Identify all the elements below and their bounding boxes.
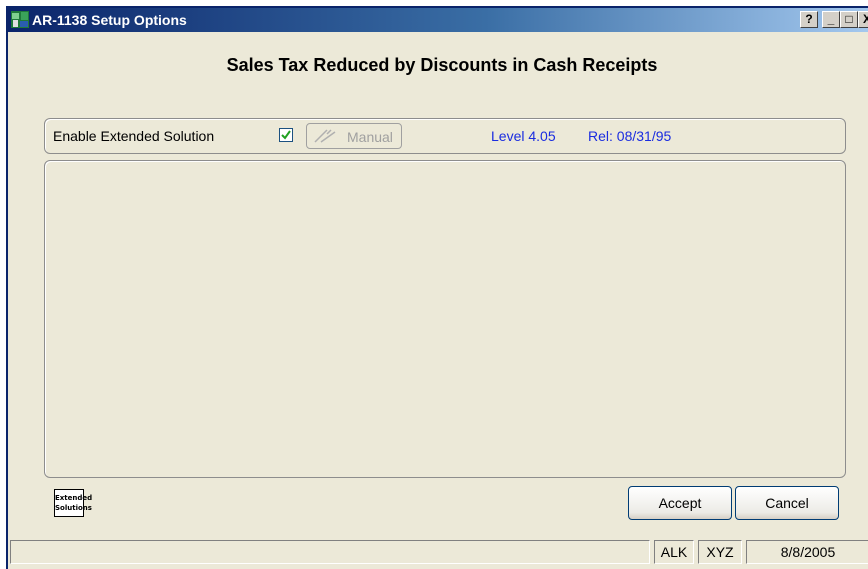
status-company: ALK — [654, 540, 694, 564]
manual-pen-icon — [314, 129, 336, 143]
manual-button[interactable]: Manual — [306, 123, 402, 149]
main-content-panel — [44, 160, 846, 478]
setup-options-window: AR-1138 Setup Options ? _ □ X Sales Tax … — [6, 6, 868, 569]
logo-line-1: Extended — [55, 494, 93, 502]
level-text: Level 4.05 — [491, 128, 556, 144]
help-button[interactable]: ? — [800, 11, 818, 28]
cancel-button[interactable]: Cancel — [735, 486, 839, 520]
title-bar[interactable]: AR-1138 Setup Options ? _ □ X — [8, 8, 868, 32]
app-icon[interactable] — [11, 11, 29, 28]
minimize-button[interactable]: _ — [822, 11, 840, 28]
enable-extended-solution-checkbox[interactable] — [279, 128, 293, 142]
release-text: Rel: 08/31/95 — [588, 128, 672, 144]
status-bar: ALK XYZ 8/8/2005 — [8, 538, 868, 566]
maximize-button[interactable]: □ — [840, 11, 858, 28]
page-title: Sales Tax Reduced by Discounts in Cash R… — [226, 55, 658, 75]
close-button[interactable]: X — [858, 11, 868, 28]
status-message — [10, 540, 650, 564]
checkmark-icon — [281, 130, 291, 140]
extended-solutions-logo[interactable]: Extended Solutions — [54, 489, 93, 517]
window-title: AR-1138 Setup Options — [32, 12, 187, 28]
enable-extended-solution-label: Enable Extended Solution — [53, 128, 215, 144]
manual-button-label: Manual — [347, 129, 393, 145]
options-panel: Enable Extended Solution Manual Level 4.… — [44, 118, 846, 154]
status-date: 8/8/2005 — [746, 540, 868, 564]
logo-line-2: Solutions — [55, 504, 92, 512]
status-user: XYZ — [698, 540, 742, 564]
accept-button[interactable]: Accept — [628, 486, 732, 520]
